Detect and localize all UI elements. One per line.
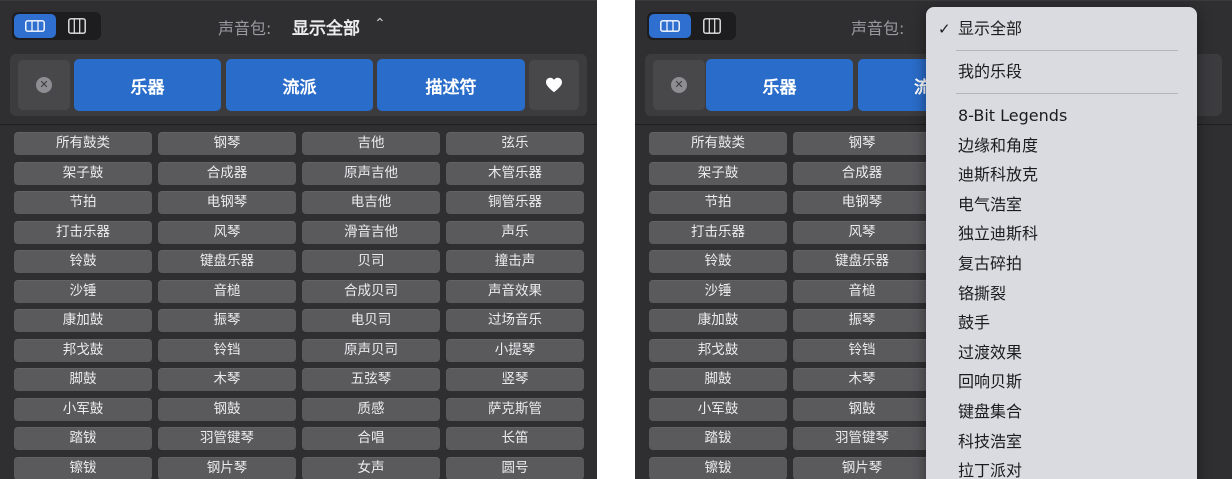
- keyword-button[interactable]: 钢鼓: [793, 397, 931, 421]
- keyword-button[interactable]: 打击乐器: [649, 220, 787, 244]
- menu-item-label: 显示全部: [958, 19, 1023, 38]
- keyword-button[interactable]: 钢片琴: [158, 456, 296, 479]
- keyword-button[interactable]: 钢鼓: [158, 397, 296, 421]
- menu-item-sound-pack[interactable]: 回响贝斯: [926, 368, 1197, 396]
- keyword-button[interactable]: 合成贝司: [302, 279, 440, 303]
- keyword-button[interactable]: 踏钹: [649, 427, 787, 450]
- sound-pack-menu: ✓ 显示全部 我的乐段 8-Bit Legends 边缘和角度 迪斯科放克 电气浩室独…: [926, 7, 1197, 479]
- keyword-button[interactable]: 吉他: [302, 132, 440, 155]
- keyword-button[interactable]: 小军鼓: [14, 397, 152, 421]
- keyword-button[interactable]: 钢琴: [793, 132, 931, 155]
- keyword-button[interactable]: 铃鼓: [649, 250, 787, 273]
- keyword-button[interactable]: 钢琴: [158, 132, 296, 155]
- keyword-button[interactable]: 女声: [302, 456, 440, 479]
- keyword-button[interactable]: 所有鼓类: [649, 132, 787, 155]
- keyword-button[interactable]: 小提琴: [446, 338, 584, 362]
- keyword-button[interactable]: 键盘乐器: [158, 250, 296, 273]
- menu-item-sound-pack[interactable]: 边缘和角度: [926, 132, 1197, 160]
- menu-separator: [956, 50, 1178, 51]
- keyword-button[interactable]: 贝司: [302, 250, 440, 273]
- keyword-button[interactable]: 邦戈鼓: [649, 338, 787, 362]
- keyword-button[interactable]: 木琴: [158, 368, 296, 391]
- menu-item-sound-pack[interactable]: 科技浩室: [926, 428, 1197, 456]
- keyword-button[interactable]: 沙锤: [649, 279, 787, 303]
- menu-item-sound-pack[interactable]: 复古碎拍: [926, 250, 1197, 278]
- keyword-button[interactable]: 长笛: [446, 427, 584, 450]
- keyword-button[interactable]: 脚鼓: [14, 368, 152, 391]
- menu-item-my-loops[interactable]: 我的乐段: [926, 58, 1197, 86]
- menu-item-sound-pack[interactable]: 拉丁派对: [926, 457, 1197, 479]
- menu-separator: [956, 93, 1178, 94]
- menu-item-sound-pack[interactable]: 过渡效果: [926, 339, 1197, 367]
- keyword-button[interactable]: 圆号: [446, 456, 584, 479]
- menu-item-sound-pack[interactable]: 8-Bit Legends: [926, 102, 1197, 130]
- keyword-button[interactable]: 康加鼓: [14, 309, 152, 332]
- keyword-button[interactable]: 电贝司: [302, 309, 440, 332]
- keyword-button[interactable]: 声乐: [446, 220, 584, 244]
- keyword-button[interactable]: 铃鼓: [14, 250, 152, 273]
- loop-browser-panel-left: 声音包: 显示全部 ⌃ ✕ 乐器 流派 描述符 所有鼓类 钢琴 吉他 弦乐 架子鼓 合成器…: [0, 0, 597, 479]
- menu-item-sound-pack[interactable]: 键盘集合: [926, 398, 1197, 426]
- keyword-button[interactable]: 节拍: [14, 191, 152, 214]
- keyword-button[interactable]: 架子鼓: [649, 161, 787, 185]
- keyword-button[interactable]: 原声贝司: [302, 338, 440, 362]
- keyword-button[interactable]: 钢片琴: [793, 456, 931, 479]
- keyword-button[interactable]: 木管乐器: [446, 161, 584, 185]
- menu-item-sound-pack[interactable]: 迪斯科放克: [926, 161, 1197, 189]
- keyword-button[interactable]: 镲钹: [14, 456, 152, 479]
- keyword-button[interactable]: 电吉他: [302, 191, 440, 214]
- keyword-button[interactable]: 架子鼓: [14, 161, 152, 185]
- keyword-button[interactable]: 竖琴: [446, 368, 584, 391]
- keyword-button[interactable]: 滑音吉他: [302, 220, 440, 244]
- keyword-grid: 所有鼓类 钢琴 吉他 弦乐架子鼓 合成器 原声吉他 木管乐器节拍 电钢琴 电吉他 铜管乐器打击乐器…: [0, 1, 597, 479]
- keyword-button[interactable]: 原声吉他: [302, 161, 440, 185]
- keyword-button[interactable]: 铃铛: [158, 338, 296, 362]
- keyword-button[interactable]: 质感: [302, 397, 440, 421]
- keyword-button[interactable]: 脚鼓: [649, 368, 787, 391]
- menu-item-show-all[interactable]: ✓ 显示全部: [926, 15, 1197, 43]
- keyword-button[interactable]: 合成器: [158, 161, 296, 185]
- checkmark-icon: ✓: [938, 20, 951, 38]
- keyword-button[interactable]: 沙锤: [14, 279, 152, 303]
- keyword-button[interactable]: 康加鼓: [649, 309, 787, 332]
- keyword-button[interactable]: 镲钹: [649, 456, 787, 479]
- keyword-button[interactable]: 羽管键琴: [793, 427, 931, 450]
- keyword-button[interactable]: 萨克斯管: [446, 397, 584, 421]
- keyword-button[interactable]: 打击乐器: [14, 220, 152, 244]
- keyword-button[interactable]: 振琴: [793, 309, 931, 332]
- keyword-button[interactable]: 键盘乐器: [793, 250, 931, 273]
- menu-item-sound-pack[interactable]: 铬撕裂: [926, 280, 1197, 308]
- keyword-button[interactable]: 铜管乐器: [446, 191, 584, 214]
- keyword-button[interactable]: 电钢琴: [158, 191, 296, 214]
- keyword-button[interactable]: 羽管键琴: [158, 427, 296, 450]
- keyword-button[interactable]: 电钢琴: [793, 191, 931, 214]
- keyword-button[interactable]: 铃铛: [793, 338, 931, 362]
- menu-item-sound-pack[interactable]: 独立迪斯科: [926, 220, 1197, 248]
- keyword-button[interactable]: 踏钹: [14, 427, 152, 450]
- keyword-button[interactable]: 弦乐: [446, 132, 584, 155]
- keyword-button[interactable]: 风琴: [158, 220, 296, 244]
- keyword-button[interactable]: 声音效果: [446, 279, 584, 303]
- menu-item-sound-pack[interactable]: 电气浩室: [926, 191, 1197, 219]
- keyword-button[interactable]: 音槌: [793, 279, 931, 303]
- keyword-button[interactable]: 五弦琴: [302, 368, 440, 391]
- keyword-button[interactable]: 过场音乐: [446, 309, 584, 332]
- keyword-button[interactable]: 音槌: [158, 279, 296, 303]
- keyword-button[interactable]: 合唱: [302, 427, 440, 450]
- keyword-button[interactable]: 所有鼓类: [14, 132, 152, 155]
- keyword-button[interactable]: 合成器: [793, 161, 931, 185]
- keyword-button[interactable]: 节拍: [649, 191, 787, 214]
- keyword-button[interactable]: 小军鼓: [649, 397, 787, 421]
- keyword-button[interactable]: 振琴: [158, 309, 296, 332]
- keyword-button[interactable]: 撞击声: [446, 250, 584, 273]
- keyword-button[interactable]: 木琴: [793, 368, 931, 391]
- menu-item-sound-pack[interactable]: 鼓手: [926, 309, 1197, 337]
- keyword-button[interactable]: 邦戈鼓: [14, 338, 152, 362]
- keyword-button[interactable]: 风琴: [793, 220, 931, 244]
